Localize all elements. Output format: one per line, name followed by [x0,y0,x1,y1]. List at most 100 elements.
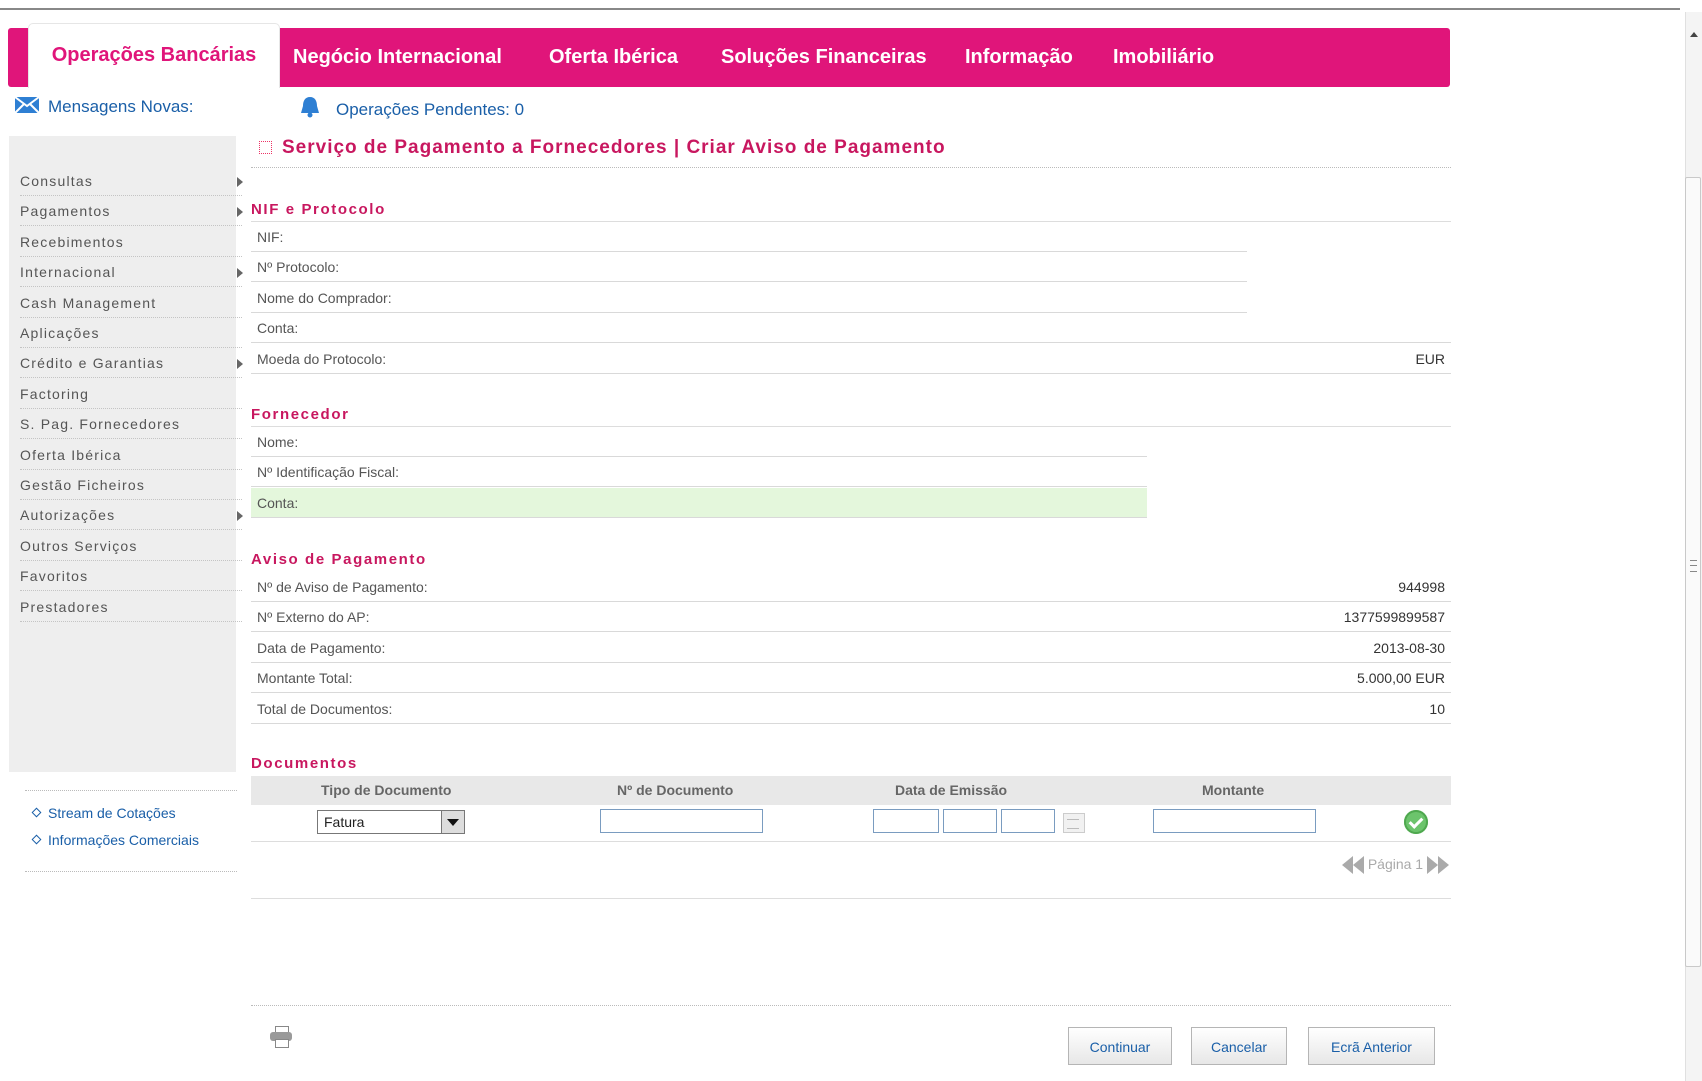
continuar-button[interactable]: Continuar [1068,1027,1172,1065]
col-tipo-documento: Tipo de Documento [321,782,452,798]
numero-documento-input[interactable] [600,809,763,833]
messages-link[interactable]: Mensagens Novas: [14,96,194,117]
row-blank-area [1247,222,1451,252]
link-stream-cotacoes[interactable]: Stream de Cotações [31,805,176,821]
sidebar: Consultas Pagamentos Recebimentos Internaci… [9,136,243,872]
sidebar-links-box: Stream de Cotações Informações Comerciai… [25,790,237,872]
nav-tab-oferta-iberica[interactable]: Oferta Ibérica [549,28,678,87]
bell-icon [301,97,319,118]
data-emissao-month-input[interactable] [943,809,997,833]
sidebar-item-label: Favoritos [20,568,89,585]
field-label: Nº Protocolo: [257,259,340,276]
col-montante: Montante [1202,782,1265,798]
chevron-right-icon [237,359,243,370]
field-label: Nome: [257,434,299,450]
field-label: Conta: [257,494,299,511]
main-navigation: Operações Bancárias Negócio Internaciona… [8,23,1450,88]
sidebar-item-cash-management[interactable]: Cash Management [20,288,242,318]
tipo-documento-value: Fatura [324,814,365,830]
field-value: 5.000,00 EUR [1357,670,1445,687]
nav-tab-operacoes-bancarias[interactable]: Operações Bancárias [28,23,280,88]
sidebar-item-credito-e-garantias[interactable]: Crédito e Garantias [20,348,243,379]
sidebar-item-recebimentos[interactable]: Recebimentos [20,227,242,257]
fornecedor-row: Conta: [251,487,1451,518]
sidebar-item-label: Recebimentos [20,233,124,250]
pager-label: Página 1 [1367,856,1424,872]
data-emissao-day-input[interactable] [873,809,939,833]
sidebar-item-label: Prestadores [20,598,109,615]
first-page-icon[interactable] [1341,856,1364,875]
link-label: Informações Comerciais [48,832,199,848]
check-circle-icon[interactable] [1404,810,1428,834]
field-label: Conta: [257,320,299,337]
field-label: Nº Identificação Fiscal: [257,464,400,481]
field-label: Data de Pagamento: [257,639,386,656]
tipo-documento-select[interactable]: Fatura [317,810,465,834]
section-heading-aviso-pagamento: Aviso de Pagamento [251,551,427,568]
ecra-anterior-button[interactable]: Ecrã Anterior [1308,1027,1435,1065]
pending-label: Operações Pendentes: 0 [336,100,525,119]
nif_protocolo-row: Conta: [251,313,1451,344]
sidebar-item-consultas[interactable]: Consultas [20,166,243,196]
sidebar-item-aplicacoes[interactable]: Aplicações [20,318,242,348]
section-heading-fornecedor: Fornecedor [251,406,350,423]
title-divider [251,167,1451,168]
scroll-up-arrow-icon[interactable] [1690,32,1698,37]
montante-input[interactable] [1153,809,1316,833]
sidebar-item-internacional[interactable]: Internacional [20,257,243,288]
sidebar-item-label: Autorizações [20,507,116,524]
nif_protocolo-row: Nome do Comprador: [251,282,1451,313]
field-value: EUR [1415,350,1445,367]
title-bullet-icon [259,141,272,154]
pager: Página 1 [1341,856,1449,875]
nav-tab-negocio-internacional[interactable]: Negócio Internacional [293,28,502,87]
data-emissao-year-input[interactable] [1001,809,1055,833]
field-value: 10 [1429,700,1445,717]
chevron-right-icon [237,207,243,218]
section-heading-documentos: Documentos [251,755,358,772]
sidebar-item-label: Outros Serviços [20,537,138,554]
aviso-row: Nº Externo do AP: 1377599899587 [251,602,1451,633]
arrow-left-icon [1352,856,1364,875]
sidebar-item-label: Factoring [20,385,90,402]
sidebar-item-factoring[interactable]: Factoring [20,379,242,409]
nav-tab-solucoes-financeiras[interactable]: Soluções Financeiras [721,28,927,87]
sidebar-item-pagamentos[interactable]: Pagamentos [20,196,243,227]
sidebar-item-label: Cash Management [20,294,157,311]
scrollbar-thumb[interactable] [1685,177,1701,967]
sidebar-item-gestao-ficheiros[interactable]: Gestão Ficheiros [20,470,242,500]
sidebar-item-label: Pagamentos [20,203,111,220]
fornecedor-row: Nº Identificação Fiscal: [251,457,1451,488]
sidebar-item-oferta-iberica[interactable]: Oferta Ibérica [20,440,242,470]
sidebar-item-label: Oferta Ibérica [20,446,122,463]
sidebar-item-outros-servicos[interactable]: Outros Serviços [20,531,242,561]
field-label: Nome do Comprador: [257,289,392,306]
row-blank-area [1247,252,1451,283]
link-informacoes-comerciais[interactable]: Informações Comerciais [31,832,199,848]
nav-tab-imobiliario[interactable]: Imobiliário [1113,28,1214,87]
messages-label: Mensagens Novas: [48,97,194,116]
chevron-right-icon [237,511,243,522]
scrollbar-grip-icon [1690,560,1697,572]
sidebar-item-prestadores[interactable]: Prestadores [20,592,242,622]
sidebar-item-autorizacoes[interactable]: Autorizações [20,500,243,531]
pending-operations-link[interactable]: Operações Pendentes: 0 [298,96,524,120]
sidebar-item-label: Crédito e Garantias [20,355,165,372]
sidebar-item-s-pag-fornecedores[interactable]: S. Pag. Fornecedores [20,409,242,440]
row-blank-area [1247,282,1451,313]
nav-tab-informacao[interactable]: Informação [965,28,1073,87]
vertical-scrollbar[interactable] [1685,12,1702,1081]
window-top-border [0,8,1680,10]
cancelar-button[interactable]: Cancelar [1191,1027,1287,1065]
field-label: Total de Documentos: [257,700,393,717]
section-heading-nif-protocolo: NIF e Protocolo [251,201,386,218]
chevron-down-icon[interactable] [441,811,464,833]
next-page-icon[interactable] [1427,856,1449,875]
row-blank-area [1147,487,1451,518]
field-label: Moeda do Protocolo: [257,350,387,367]
sidebar-item-label: Internacional [20,264,116,281]
col-data-emissao: Data de Emissão [895,782,1008,798]
calendar-icon[interactable] [1063,813,1085,833]
printer-icon[interactable] [270,1026,292,1048]
sidebar-item-favoritos[interactable]: Favoritos [20,561,242,592]
